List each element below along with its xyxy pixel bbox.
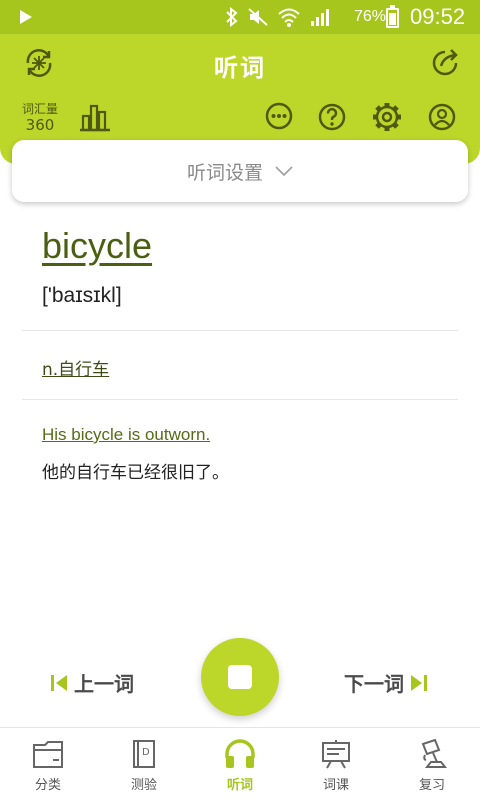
share-icon[interactable] — [428, 46, 462, 80]
tab-label: 测验 — [130, 778, 157, 793]
stop-button[interactable] — [201, 638, 279, 716]
skip-next-icon — [411, 674, 427, 691]
tab-lesson[interactable]: 词课 — [288, 728, 384, 800]
listen-settings-dropdown[interactable]: 听词设置 — [12, 140, 468, 202]
battery-percent: 76% — [354, 8, 387, 25]
chevron-down-icon — [275, 166, 293, 176]
prev-word-button[interactable]: 上一词 — [50, 668, 134, 697]
bluetooth-icon — [226, 7, 238, 27]
status-time: 09:52 — [410, 4, 466, 29]
tab-quiz[interactable]: D 测验 — [96, 728, 192, 800]
tab-category[interactable]: 分类 — [0, 728, 96, 800]
example-sentence-en[interactable]: His bicycle is outworn. — [42, 425, 210, 445]
media-play-icon — [20, 10, 32, 24]
status-bar: 76% 09:52 — [0, 0, 480, 34]
word-text[interactable]: bicycle — [42, 225, 152, 267]
folder-icon — [33, 741, 63, 768]
skip-previous-icon — [51, 674, 67, 691]
divider — [22, 330, 458, 331]
divider — [22, 399, 458, 400]
gear-icon[interactable] — [371, 101, 403, 133]
chat-icon[interactable] — [264, 102, 294, 132]
bottom-nav: 分类 D 测验 听词 词课 复习 — [0, 727, 480, 800]
tab-label: 听词 — [226, 778, 253, 793]
page-title: 听词 — [214, 54, 266, 82]
help-icon[interactable] — [317, 102, 347, 132]
stats-bar-icon[interactable] — [78, 102, 112, 132]
next-word-button[interactable]: 下一词 — [344, 668, 428, 697]
tab-label: 分类 — [34, 778, 61, 793]
svg-text:D: D — [142, 747, 150, 758]
vocab-label: 词汇量 — [21, 102, 58, 116]
tab-label: 词课 — [322, 778, 349, 793]
example-sentence-zh: 他的自行车已经很旧了。 — [42, 463, 229, 483]
word-meaning[interactable]: n.自行车 — [42, 355, 109, 380]
mute-icon — [248, 8, 268, 26]
battery-icon — [386, 5, 399, 28]
stop-icon — [228, 665, 252, 689]
wifi-icon — [278, 8, 300, 27]
prev-word-label: 上一词 — [74, 672, 134, 696]
vocab-number: 360 — [25, 116, 55, 134]
tab-review[interactable]: 复习 — [384, 728, 480, 800]
settings-label: 听词设置 — [186, 161, 263, 184]
vocab-count[interactable]: 词汇量 360 — [20, 102, 60, 134]
user-profile-icon[interactable] — [427, 102, 457, 132]
tab-listen[interactable]: 听词 — [192, 728, 288, 800]
word-phonetic: ['baɪsɪkl] — [42, 284, 122, 307]
signal-icon — [311, 9, 329, 26]
tab-label: 复习 — [418, 778, 445, 793]
next-word-label: 下一词 — [344, 672, 404, 696]
quiz-book-icon: D — [133, 740, 155, 768]
headphones-icon — [225, 739, 255, 768]
lesson-board-icon — [322, 740, 350, 769]
lamp-icon — [421, 738, 448, 768]
